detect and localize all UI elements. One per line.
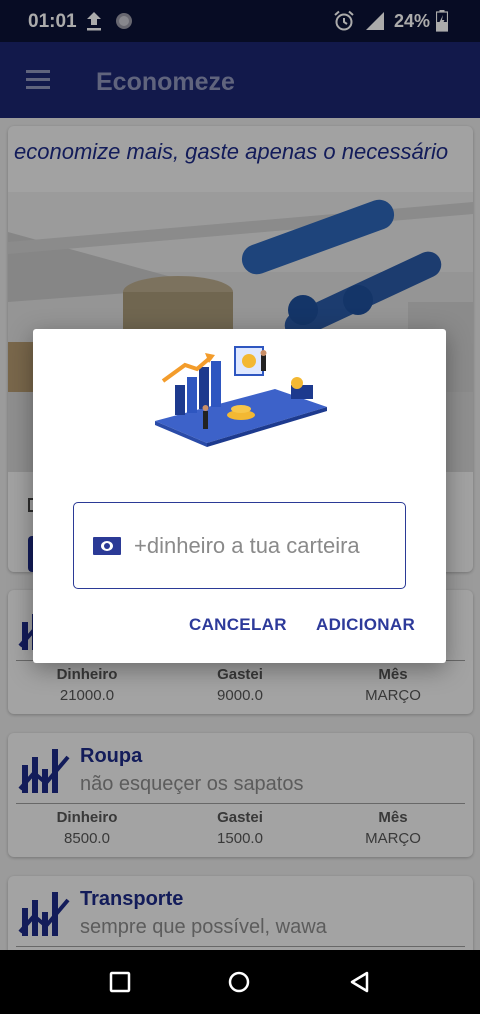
finance-illustration-icon — [155, 346, 327, 447]
back-icon[interactable] — [348, 970, 372, 994]
cancel-button[interactable]: CANCELAR — [189, 615, 287, 635]
money-bill-icon — [93, 537, 121, 555]
add-money-dialog: CANCELAR ADICIONAR — [33, 329, 446, 663]
system-nav-bar — [0, 950, 480, 1014]
money-input[interactable] — [134, 525, 394, 567]
add-button[interactable]: ADICIONAR — [316, 615, 415, 635]
money-input-field[interactable] — [73, 502, 406, 589]
home-icon[interactable] — [227, 970, 251, 994]
recent-apps-icon[interactable] — [108, 970, 132, 994]
